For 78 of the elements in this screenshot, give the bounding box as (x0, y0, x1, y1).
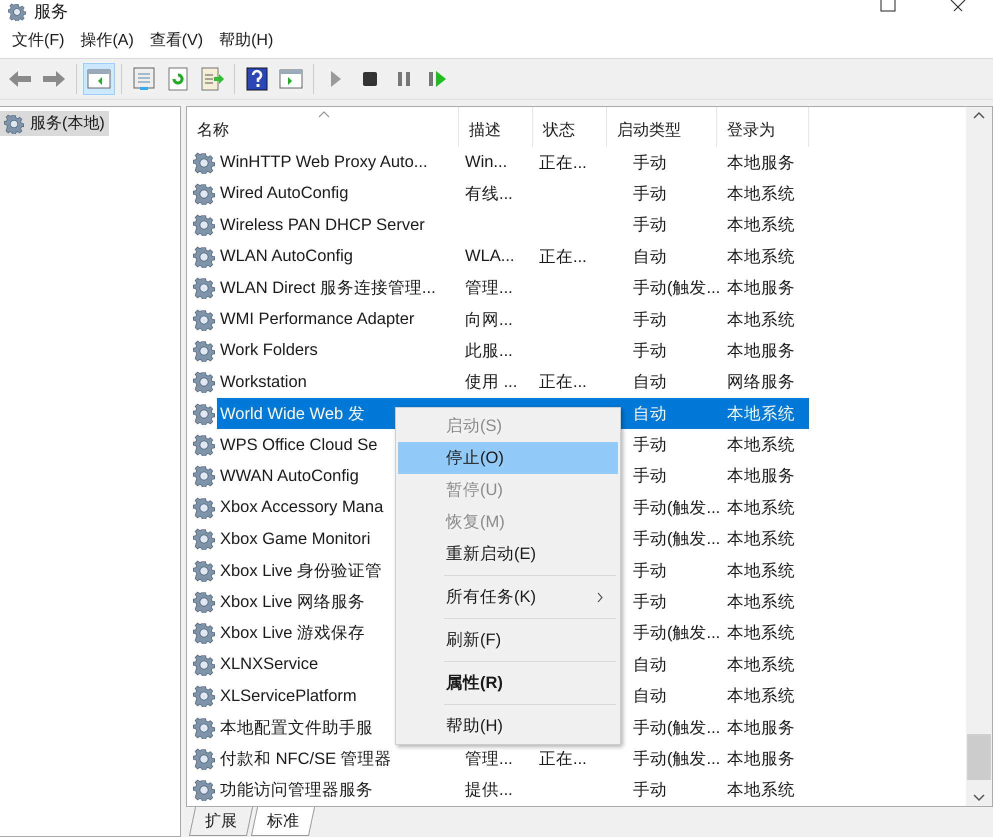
description-text: WLA... (465, 247, 515, 266)
logon-text: 本地服务 (727, 340, 795, 362)
service-name: Xbox Accessory Mana (220, 498, 384, 518)
logon-text: 本地系统 (727, 215, 795, 236)
status-text: 正在... (539, 246, 587, 268)
status-text: 正在... (539, 152, 587, 174)
service-name: XLNXService (220, 655, 318, 674)
startup-type-text: 手动 (633, 215, 667, 236)
startup-type-text: 手动(触发... (633, 498, 720, 519)
service-name: WMI Performance Adapter (220, 310, 414, 329)
status-text: 正在... (539, 748, 587, 770)
startup-type-text: 手动 (633, 560, 667, 582)
logon-text: 网络服务 (727, 372, 795, 394)
startup-type-text: 自动 (633, 686, 667, 708)
status-text: 正在... (539, 372, 587, 394)
logon-text: 本地系统 (727, 435, 795, 456)
description-text: 管理... (465, 278, 513, 300)
logon-text: 本地系统 (727, 623, 795, 644)
service-name: WLAN AutoConfig (220, 247, 353, 266)
logon-text: 本地服务 (727, 278, 795, 300)
startup-type-text: 自动 (633, 404, 667, 425)
description-text: 此服... (465, 340, 513, 362)
service-name: Wireless PAN DHCP Server (220, 216, 425, 235)
startup-type-text: 手动 (633, 184, 667, 205)
logon-text: 本地系统 (727, 654, 795, 676)
logon-text: 本地系统 (727, 184, 795, 205)
description-text: 管理... (465, 748, 513, 770)
logon-text: 本地系统 (727, 498, 795, 519)
window-title: 服务 (34, 2, 68, 22)
service-name: Xbox Live 身份验证管 (220, 560, 382, 582)
startup-type-text: 手动(触发... (633, 529, 720, 550)
startup-type-text: 手动(触发... (633, 748, 720, 770)
logon-text: 本地系统 (727, 404, 795, 425)
description-text: 有线... (465, 184, 513, 205)
service-name: Wired AutoConfig (220, 184, 348, 204)
startup-type-text: 自动 (633, 654, 667, 676)
service-name: 本地配置文件助手服 (220, 718, 373, 739)
logon-text: 本地系统 (727, 310, 795, 330)
startup-type-text: 手动(触发... (633, 718, 720, 739)
service-name: Workstation (220, 372, 307, 392)
service-name: WWAN AutoConfig (220, 466, 359, 486)
logon-text: 本地系统 (727, 780, 795, 802)
service-name: 付款和 NFC/SE 管理器 (220, 748, 392, 770)
logon-text: 本地服务 (727, 748, 795, 770)
startup-type-text: 手动(触发... (633, 278, 720, 300)
tree-item-label: 服务(本地) (30, 114, 105, 134)
startup-type-text: 自动 (633, 372, 667, 394)
description-text: 向网... (465, 310, 513, 330)
startup-type-text: 手动 (633, 340, 667, 362)
service-name: Xbox Game Monitori (220, 530, 370, 549)
description-text: 提供... (465, 780, 513, 802)
startup-type-text: 手动(触发... (633, 623, 720, 644)
startup-type-text: 手动 (633, 435, 667, 456)
logon-text: 本地系统 (727, 246, 795, 268)
logon-text: 本地系统 (727, 592, 795, 614)
logon-text: 本地服务 (727, 718, 795, 739)
logon-text: 本地系统 (727, 686, 795, 708)
service-name: WinHTTP Web Proxy Auto... (220, 153, 428, 172)
service-name: World Wide Web 发 (220, 404, 365, 425)
logon-text: 本地服务 (727, 152, 795, 174)
service-name: 功能访问管理器服务 (220, 780, 373, 802)
service-name: XLServicePlatform (220, 686, 357, 706)
service-name: Xbox Live 游戏保存 (220, 623, 366, 644)
logon-text: 本地服务 (727, 466, 795, 488)
startup-type-text: 手动 (633, 310, 667, 330)
description-text: Win... (465, 153, 508, 172)
startup-type-text: 手动 (633, 466, 667, 488)
startup-type-text: 自动 (633, 246, 667, 268)
startup-type-text: 手动 (633, 592, 667, 614)
logon-text: 本地系统 (727, 529, 795, 550)
service-name: WLAN Direct 服务连接管理... (220, 278, 436, 300)
startup-type-text: 手动 (633, 152, 667, 174)
logon-text: 本地系统 (727, 560, 795, 582)
service-name: Xbox Live 网络服务 (220, 592, 366, 614)
service-name: WPS Office Cloud Se (220, 436, 378, 455)
description-text: 使用 ... (465, 372, 518, 394)
startup-type-text: 手动 (633, 780, 667, 802)
service-name: Work Folders (220, 341, 318, 360)
